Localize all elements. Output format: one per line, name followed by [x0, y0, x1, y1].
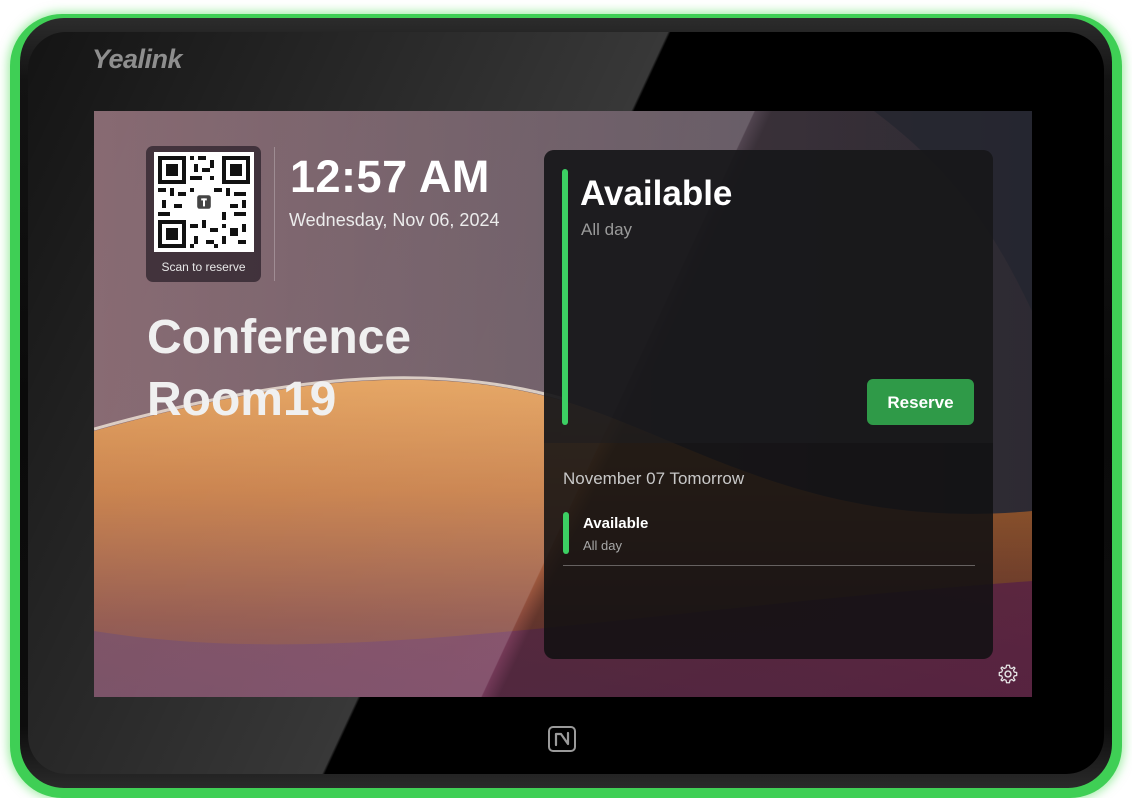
- upcoming-day-heading: November 07 Tomorrow: [563, 469, 745, 488]
- room-name: Conference Room19: [147, 307, 527, 431]
- event-period: All day: [583, 538, 623, 553]
- header-divider: [274, 147, 275, 281]
- qr-label: Scan to reserve: [161, 260, 246, 274]
- screen: Scan to reserve 12:57 AM Wednesday, Nov …: [94, 111, 1032, 697]
- status-indicator-bar: [562, 169, 568, 425]
- room-name-line-1: Conference: [147, 311, 412, 364]
- current-time: 12:57 AM: [290, 151, 490, 202]
- status-period: All day: [581, 220, 633, 239]
- nfc-icon: [548, 726, 576, 752]
- schedule-panel: Available All day Reserve November 07 To…: [544, 150, 993, 659]
- qr-card[interactable]: Scan to reserve: [146, 146, 261, 282]
- reserve-button[interactable]: Reserve: [867, 379, 974, 425]
- current-date: Wednesday, Nov 06, 2024: [289, 210, 500, 230]
- event-status: Available: [583, 515, 649, 532]
- qr-code: [154, 152, 254, 252]
- settings-icon[interactable]: [997, 663, 1019, 685]
- status-title: Available: [580, 174, 733, 213]
- event-indicator-bar: [563, 512, 569, 554]
- brand-logo: Yealink: [92, 44, 183, 74]
- room-name-line-2: Room19: [147, 373, 337, 426]
- event-divider: [563, 565, 975, 566]
